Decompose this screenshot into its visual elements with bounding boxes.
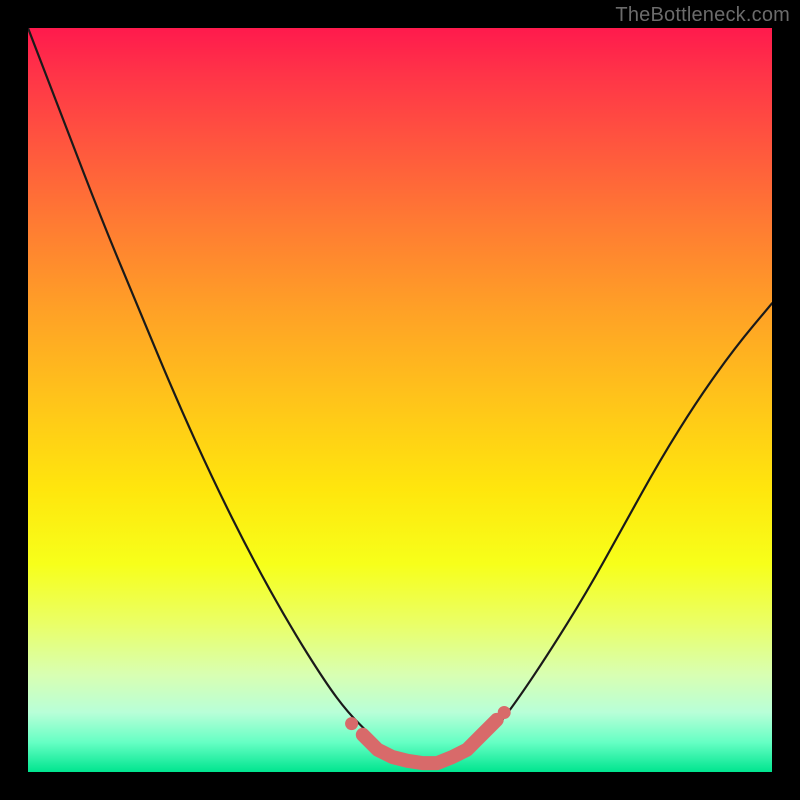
trough-dot: [345, 717, 358, 730]
trough-dot: [368, 740, 381, 753]
watermark-text: TheBottleneck.com: [615, 4, 790, 27]
trough-capsule: [363, 720, 497, 763]
trough-dot: [498, 706, 511, 719]
bottleneck-curve: [28, 28, 772, 772]
trough-dot: [479, 725, 492, 738]
trough-markers: [345, 706, 511, 763]
chart-frame: TheBottleneck.com: [0, 0, 800, 800]
plot-area: [28, 28, 772, 772]
